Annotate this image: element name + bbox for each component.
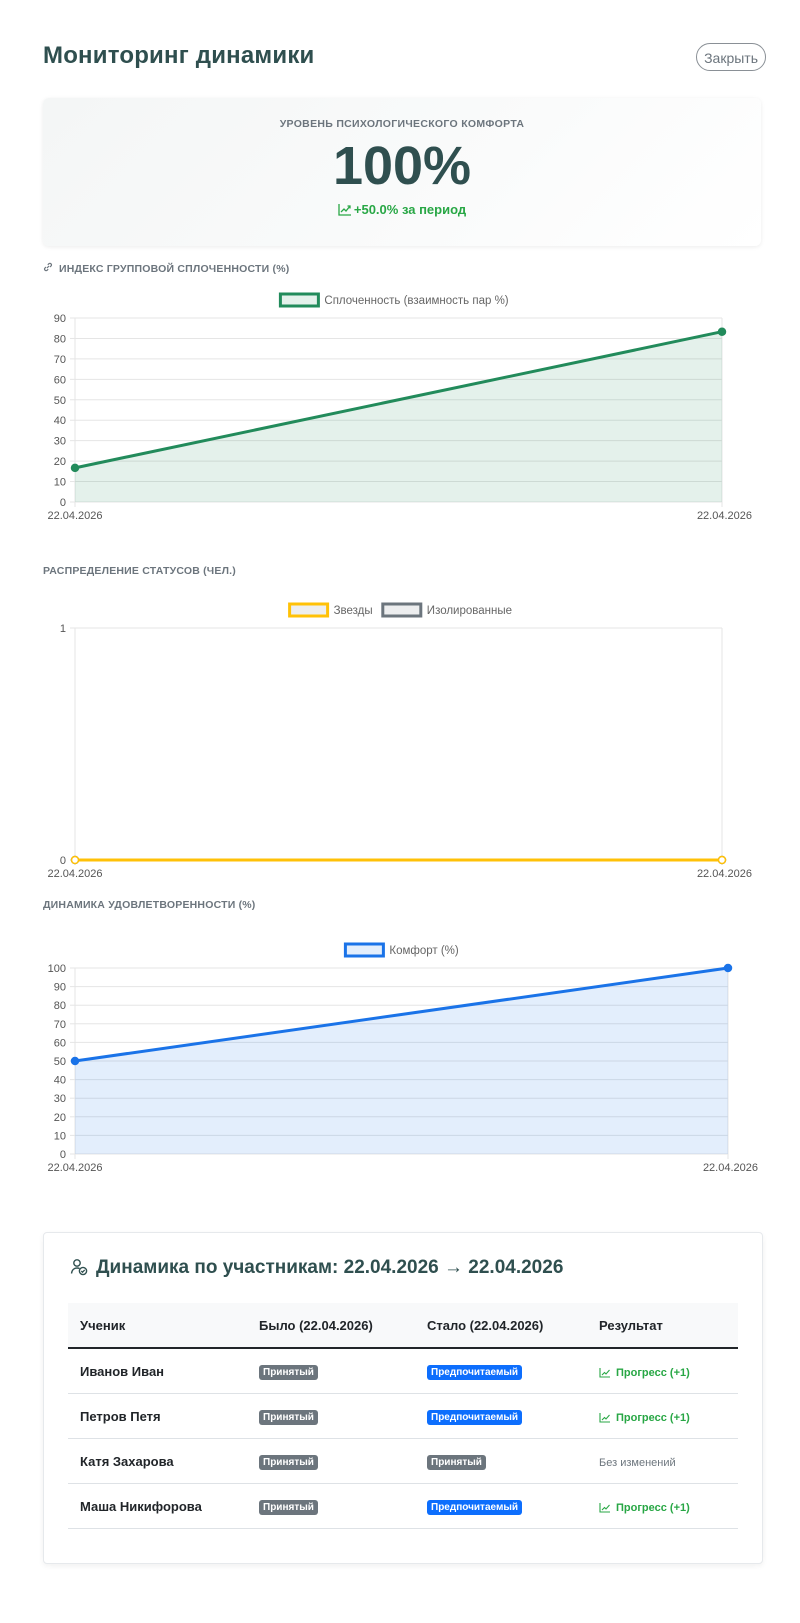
table-row: Маша Никифорова Принятый Предпочитаемый … [68,1483,738,1529]
legend-swatch [278,292,320,308]
result-cell: Без изменений [587,1438,738,1484]
y-tick-label: 70 [54,1019,66,1031]
data-point [717,327,727,336]
y-tick-label: 40 [54,1075,66,1087]
x-tick-label: 22.04.2026 [47,510,102,522]
status-badge: Предпочитаемый [427,1364,523,1380]
legend-label: Комфорт (%) [389,945,459,957]
result-text: Прогресс (+1) [616,1501,690,1514]
after-cell: Предпочитаемый [415,1483,587,1529]
result-progress: Прогресс (+1) [599,1367,690,1379]
x-tick-label: 22.04.2026 [47,1162,102,1174]
y-tick-label: 60 [54,374,66,386]
status-badge: Принятый [259,1364,318,1380]
legend-label: Звезды [334,605,373,617]
result-progress: Прогресс (+1) [599,1502,690,1514]
y-tick-label: 30 [54,436,66,448]
participants-table: Ученик Было (22.04.2026) Стало (22.04.20… [68,1303,738,1529]
y-tick-label: 40 [54,415,66,427]
y-tick-label: 80 [54,333,66,345]
column-header-after: Стало (22.04.2026) [415,1303,587,1349]
x-tick-label: 22.04.2026 [47,868,102,880]
data-point [717,855,727,865]
y-tick-label: 50 [54,395,66,407]
y-tick-label: 70 [54,354,66,366]
table-row: Катя Захарова Принятый Принятый Без изме… [68,1438,738,1484]
y-tick-label: 80 [54,1000,66,1012]
participants-title-text: Динамика по участникам: 22.04.2026 → 22.… [96,1257,564,1278]
before-cell: Принятый [247,1483,415,1529]
status-badge: Принятый [259,1499,318,1515]
y-tick-label: 10 [54,1130,66,1142]
result-text: Прогресс (+1) [616,1366,690,1379]
after-cell: Предпочитаемый [415,1348,587,1394]
status-badge: Принятый [259,1409,318,1425]
x-tick-label: 22.04.2026 [703,1162,758,1174]
x-tick-label: 22.04.2026 [697,868,752,880]
column-header-student: Ученик [68,1303,247,1349]
student-name: Маша Никифорова [68,1483,247,1529]
user-check-icon [70,1257,96,1278]
y-tick-label: 1 [60,623,66,635]
legend-swatch [288,602,330,618]
table-row: Иванов Иван Принятый Предпочитаемый Прог… [68,1348,738,1394]
series-area [75,331,722,502]
y-tick-label: 50 [54,1056,66,1068]
after-cell: Принятый [415,1438,587,1484]
status-badge: Предпочитаемый [427,1499,523,1515]
y-tick-label: 0 [60,855,66,867]
y-tick-label: 90 [54,313,66,325]
participants-title: Динамика по участникам: 22.04.2026 → 22.… [70,1257,563,1279]
x-tick-label: 22.04.2026 [697,510,752,522]
result-cell: Прогресс (+1) [587,1483,738,1529]
result-text: Прогресс (+1) [616,1411,690,1424]
y-tick-label: 0 [60,497,66,509]
result-cell: Прогресс (+1) [587,1393,738,1439]
y-tick-label: 60 [54,1037,66,1049]
data-point [723,963,733,973]
y-tick-label: 0 [60,1149,66,1161]
status-badge: Принятый [259,1454,318,1470]
result-cell: Прогресс (+1) [587,1348,738,1394]
before-cell: Принятый [247,1393,415,1439]
before-cell: Принятый [247,1438,415,1484]
cohesion-chart: 0 10 20 30 40 50 60 70 80 90 22.04.2026 22.04.2026 С… [47,292,752,522]
monitoring-page: Мониторинг динамики Закрыть УРОВЕНЬ ПСИХ… [0,0,800,1623]
table-row: Петров Петя Принятый Предпочитаемый Прог… [68,1393,738,1439]
student-name: Катя Захарова [68,1438,247,1484]
y-tick-label: 90 [54,982,66,994]
legend-label: Сплоченность (взаимность пар %) [324,295,508,307]
result-no-change: Без изменений [599,1456,676,1469]
satisfaction-chart: 0 10 20 30 40 50 60 70 80 90 100 22.04.2026 22.04.20… [47,942,758,1174]
status-badge: Принятый [427,1454,486,1470]
after-cell: Предпочитаемый [415,1393,587,1439]
y-tick-label: 20 [54,456,66,468]
legend-swatch [381,602,423,618]
y-tick-label: 30 [54,1093,66,1105]
data-point [70,855,80,865]
status-badge: Предпочитаемый [427,1409,523,1425]
legend-swatch [343,942,385,958]
statuses-chart: 0 1 22.04.2026 22.04.2026 Звезды Изолированны… [47,602,752,880]
student-name: Петров Петя [68,1393,247,1439]
column-header-before: Было (22.04.2026) [247,1303,415,1349]
result-progress: Прогресс (+1) [599,1412,690,1424]
before-cell: Принятый [247,1348,415,1394]
data-point [70,1056,80,1066]
legend-label: Изолированные [427,605,512,617]
table-header-row: Ученик Было (22.04.2026) Стало (22.04.20… [68,1303,738,1349]
column-header-result: Результат [587,1303,738,1349]
charts-layer: 010203040506070809022.04.2026 22.04.2026С… [47,292,758,1174]
y-tick-label: 10 [54,477,66,489]
participants-card: Динамика по участникам: 22.04.2026 → 22.… [43,1232,763,1564]
student-name: Иванов Иван [68,1348,247,1394]
data-point [70,463,80,473]
series-area [75,968,728,1154]
y-tick-label: 20 [54,1112,66,1124]
y-tick-label: 100 [48,963,66,975]
